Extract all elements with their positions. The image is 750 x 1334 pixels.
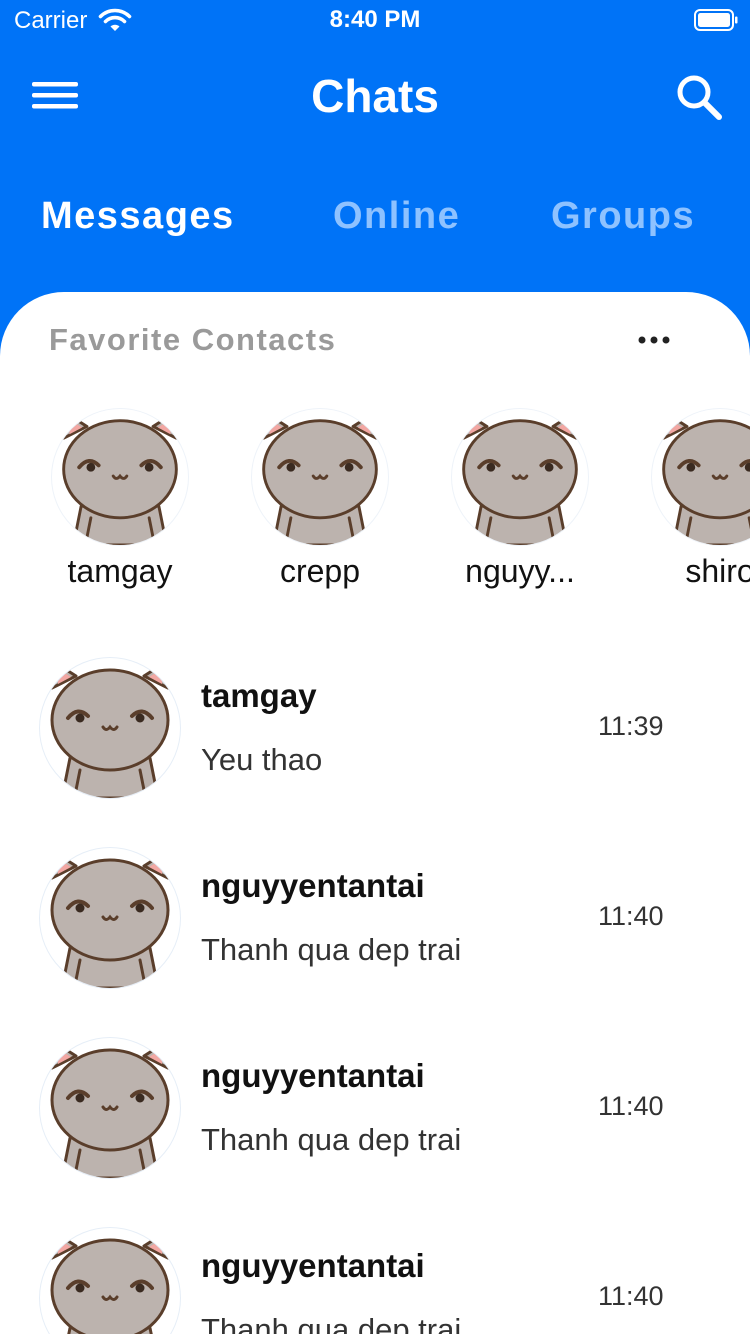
cat-avatar-icon [62,411,178,545]
favorite-contact[interactable]: shiro [641,402,750,592]
battery-icon [694,9,738,31]
chat-timestamp: 11:40 [598,901,664,931]
cat-avatar-icon [50,1040,170,1178]
status-bar: Carrier 8:40 PM [0,0,750,40]
favorite-contact[interactable]: crepp [241,402,401,592]
favorite-contact-name: shiro [685,553,750,589]
chat-contact-name: nguyyentantai [201,1247,425,1284]
chat-list-item[interactable]: nguyyentantai Thanh qua dep trai 11:40 [0,1228,750,1334]
chat-last-message: Thanh qua dep trai [201,932,462,967]
favorite-contact-name: nguyy... [465,553,575,589]
tab-bar: Messages Online Groups [0,185,750,255]
favorite-contact[interactable]: nguyy... [441,402,601,592]
avatar [40,848,180,988]
chat-last-message: Yeu thao [201,742,323,777]
chat-timestamp: 11:40 [598,1091,664,1121]
chat-list-item[interactable]: nguyyentantai Thanh qua dep trai 11:40 [0,1038,750,1188]
chat-contact-name: nguyyentantai [201,867,425,904]
status-time: 8:40 PM [329,6,421,33]
page-title: Chats [311,70,439,122]
cat-avatar-icon [662,411,750,545]
tab-groups[interactable]: Groups [551,185,695,247]
more-options-icon[interactable] [630,328,678,352]
cat-avatar-icon [462,411,578,545]
chat-contact-name: nguyyentantai [201,1057,425,1094]
chat-timestamp: 11:40 [598,1281,664,1311]
avatar [452,409,588,545]
favorite-contact-name: crepp [279,553,361,589]
chat-timestamp: 11:39 [598,711,664,741]
chat-list-item[interactable]: tamgay Yeu thao 11:39 [0,658,750,808]
cat-avatar-icon [50,850,170,988]
avatar [40,1228,180,1334]
tab-messages[interactable]: Messages [41,185,235,247]
chat-last-message: Thanh qua dep trai [201,1122,462,1157]
cat-avatar-icon [50,1230,170,1334]
content-panel: Favorite Contacts tamgay crepp nguyy... … [0,292,750,1334]
search-icon [677,75,722,120]
nav-bar: Chats [0,40,750,150]
search-button[interactable] [674,72,726,124]
favorite-contact[interactable]: tamgay [41,402,201,592]
cat-avatar-icon [262,411,378,545]
chat-last-message: Thanh qua dep trai [201,1312,462,1334]
avatar [40,658,180,798]
avatar [252,409,388,545]
avatar [40,1038,180,1178]
avatar [652,409,750,545]
chat-list-item[interactable]: nguyyentantai Thanh qua dep trai 11:40 [0,848,750,998]
chat-contact-name: tamgay [201,677,317,714]
cat-avatar-icon [50,660,170,798]
favorite-contact-name: tamgay [67,553,173,589]
favorite-contacts-header: Favorite Contacts [49,322,337,357]
tab-online[interactable]: Online [333,185,460,247]
avatar [52,409,188,545]
